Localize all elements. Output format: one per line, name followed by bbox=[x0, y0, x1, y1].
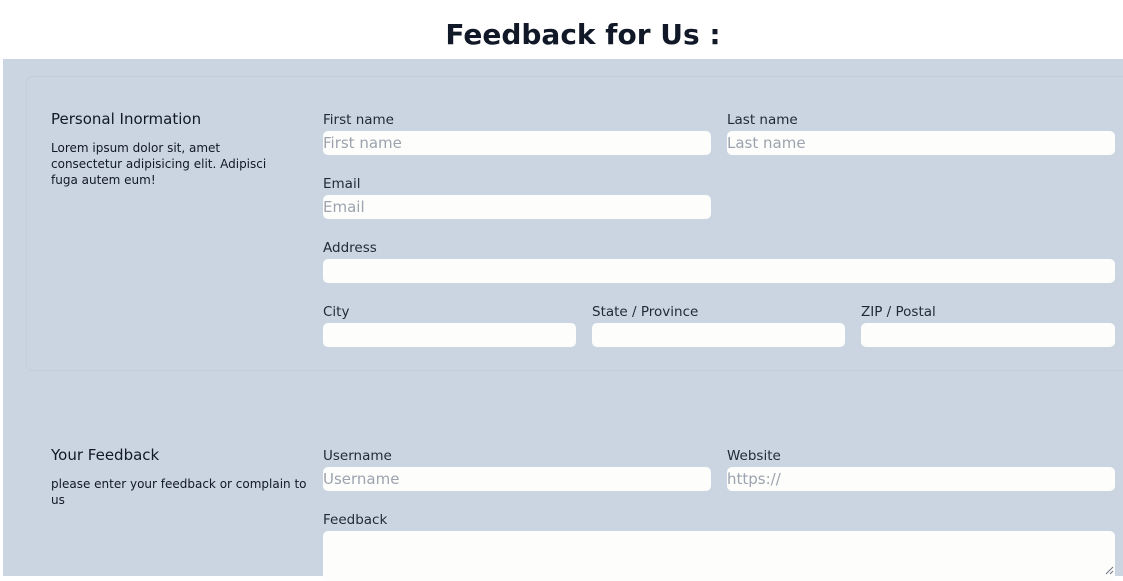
username-label: Username bbox=[323, 448, 392, 464]
last-name-input[interactable] bbox=[727, 131, 1115, 155]
feedback-textarea[interactable] bbox=[323, 531, 1115, 581]
state-province-label: State / Province bbox=[592, 304, 699, 320]
address-label: Address bbox=[323, 240, 377, 256]
personal-information-description: Lorem ipsum dolor sit, amet consectetur … bbox=[51, 141, 267, 187]
your-feedback-heading: Your Feedback bbox=[51, 446, 160, 464]
resize-handle-icon[interactable] bbox=[1105, 566, 1114, 575]
zip-postal-input[interactable] bbox=[861, 323, 1115, 347]
email-input[interactable] bbox=[323, 195, 711, 219]
city-label: City bbox=[323, 304, 350, 320]
website-input[interactable] bbox=[727, 467, 1115, 491]
your-feedback-description: please enter your feedback or complain t… bbox=[51, 477, 307, 507]
feedback-label: Feedback bbox=[323, 512, 388, 528]
page-title: Feedback for Us : bbox=[445, 18, 721, 51]
website-label: Website bbox=[727, 448, 781, 464]
state-province-input[interactable] bbox=[592, 323, 845, 347]
first-name-input[interactable] bbox=[323, 131, 711, 155]
city-input[interactable] bbox=[323, 323, 576, 347]
address-input[interactable] bbox=[323, 259, 1115, 283]
username-input[interactable] bbox=[323, 467, 711, 491]
last-name-label: Last name bbox=[727, 112, 798, 128]
email-label: Email bbox=[323, 176, 361, 192]
zip-postal-label: ZIP / Postal bbox=[861, 304, 936, 320]
personal-information-heading: Personal Inormation bbox=[51, 110, 202, 128]
first-name-label: First name bbox=[323, 112, 394, 128]
